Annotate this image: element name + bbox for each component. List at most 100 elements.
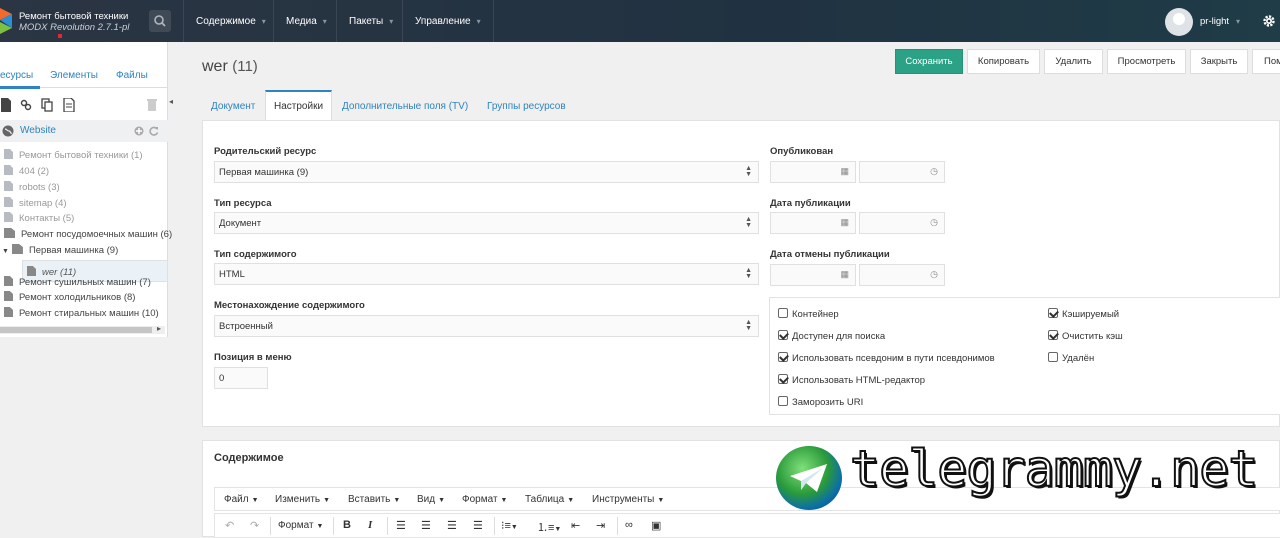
username[interactable]: pr-light bbox=[1200, 16, 1229, 27]
tab-elements[interactable]: Элементы bbox=[50, 70, 98, 81]
save-button[interactable]: Сохранить bbox=[895, 49, 963, 74]
gear-icon[interactable] bbox=[1262, 14, 1276, 28]
toolbar-divider bbox=[333, 517, 334, 535]
menuindex-input[interactable]: 0 bbox=[214, 367, 268, 389]
chevron-down-icon[interactable]: ▾ bbox=[1236, 17, 1240, 26]
checkbox-searchable[interactable]: Доступен для поиска bbox=[778, 330, 885, 342]
pub-date-input[interactable]: ▦ bbox=[770, 212, 856, 234]
tree-item[interactable]: ▼ Первая машинка (9) bbox=[2, 244, 118, 259]
trash-icon[interactable] bbox=[146, 98, 158, 112]
refresh-icon[interactable] bbox=[149, 126, 159, 136]
published-label: Опубликован bbox=[770, 146, 834, 157]
context-website[interactable]: Website bbox=[0, 120, 168, 142]
indent-icon[interactable]: ⇥ bbox=[596, 519, 605, 532]
menu-table[interactable]: Таблица ▼ bbox=[525, 494, 574, 505]
menu-format[interactable]: Формат ▼ bbox=[462, 494, 507, 505]
checkbox[interactable] bbox=[1048, 330, 1058, 340]
nav-content[interactable]: Содержимое ▾ bbox=[183, 0, 278, 42]
align-justify-icon[interactable]: ☰ bbox=[473, 519, 483, 532]
published-time-input[interactable]: ◷ bbox=[859, 161, 945, 183]
published-date-input[interactable]: ▦ bbox=[770, 161, 856, 183]
checkbox[interactable] bbox=[778, 308, 788, 318]
collapse-sidebar-icon[interactable]: ◂ bbox=[169, 97, 179, 111]
align-left-icon[interactable]: ☰ bbox=[396, 519, 406, 532]
numbered-list-icon[interactable]: ⒈≡▼ bbox=[537, 519, 561, 535]
avatar[interactable] bbox=[1165, 8, 1193, 36]
tree-item[interactable]: Ремонт сушильных машин (7) bbox=[4, 276, 151, 291]
tree-item[interactable]: Ремонт холодильников (8) bbox=[4, 291, 135, 306]
checkbox-clear-cache[interactable]: Очистить кэш bbox=[1048, 330, 1123, 342]
checkbox[interactable] bbox=[778, 374, 788, 384]
close-button[interactable]: Закрыть bbox=[1190, 49, 1248, 74]
type-select[interactable]: Документ ▲ ▼ bbox=[214, 212, 759, 234]
sidebar-scrollbar[interactable]: ▸ bbox=[0, 324, 165, 334]
resource-id: (11) bbox=[232, 58, 258, 75]
checkbox[interactable] bbox=[1048, 308, 1058, 318]
menu-view[interactable]: Вид ▼ bbox=[417, 494, 445, 505]
copy-button[interactable]: Копировать bbox=[967, 49, 1040, 74]
parent-select[interactable]: Первая машинка (9) ▲ ▼ bbox=[214, 161, 759, 183]
content-type-select[interactable]: HTML ▲ ▼ bbox=[214, 263, 759, 285]
tab-settings[interactable]: Настройки bbox=[265, 90, 333, 121]
tab-resources[interactable]: есурсы bbox=[0, 70, 33, 81]
brand[interactable]: Ремонт бытовой техники MODX Revolution 2… bbox=[19, 11, 129, 34]
image-icon[interactable]: ▣ bbox=[651, 519, 661, 532]
caret-down-icon: ▼ bbox=[510, 524, 518, 531]
search-button[interactable] bbox=[149, 10, 171, 32]
unpub-date-input[interactable]: ▦ bbox=[770, 264, 856, 286]
nav-manage[interactable]: Управление ▾ bbox=[402, 0, 494, 42]
nav-media[interactable]: Медиа ▾ bbox=[273, 0, 339, 42]
add-circle-icon[interactable] bbox=[134, 126, 144, 136]
link-icon[interactable]: ∞ bbox=[625, 519, 633, 531]
menu-tools[interactable]: Инструменты ▼ bbox=[592, 494, 664, 505]
tab-tv[interactable]: Дополнительные поля (TV) bbox=[342, 101, 468, 112]
menu-file[interactable]: Файл ▼ bbox=[224, 494, 259, 505]
tree-item[interactable]: Ремонт посудомоечных машин (6) bbox=[4, 228, 172, 243]
disposition-select[interactable]: Встроенный ▲ ▼ bbox=[214, 315, 759, 337]
checkbox[interactable] bbox=[778, 396, 788, 406]
checkbox-container[interactable]: Контейнер bbox=[778, 308, 839, 320]
menu-edit[interactable]: Изменить ▼ bbox=[275, 494, 330, 505]
notice-dot bbox=[58, 34, 62, 38]
checkbox[interactable] bbox=[778, 352, 788, 362]
tab-document[interactable]: Документ bbox=[211, 101, 255, 112]
nav-packages[interactable]: Пакеты ▾ bbox=[336, 0, 405, 42]
tab-files[interactable]: Файлы bbox=[116, 70, 148, 81]
tab-resource-groups[interactable]: Группы ресурсов bbox=[487, 101, 566, 112]
align-right-icon[interactable]: ☰ bbox=[447, 519, 457, 532]
checkbox[interactable] bbox=[778, 330, 788, 340]
tree-item[interactable]: Ремонт бытовой техники (1) bbox=[4, 149, 143, 164]
view-button[interactable]: Просмотреть bbox=[1107, 49, 1186, 74]
italic-icon[interactable]: I bbox=[368, 519, 372, 531]
bullet-list-icon[interactable]: ⁝≡▼ bbox=[501, 519, 518, 532]
format-dropdown[interactable]: Формат ▼ bbox=[278, 520, 323, 531]
checkbox-freeze-uri[interactable]: Заморозить URI bbox=[778, 396, 863, 408]
bold-icon[interactable]: B bbox=[343, 519, 351, 531]
document-icon bbox=[4, 307, 13, 317]
menu-insert[interactable]: Вставить ▼ bbox=[348, 494, 400, 505]
arrow-right-icon[interactable]: ▸ bbox=[157, 324, 161, 333]
checkbox-richtext[interactable]: Использовать HTML-редактор bbox=[778, 374, 925, 386]
tree-item[interactable]: robots (3) bbox=[4, 181, 60, 196]
new-document-icon[interactable] bbox=[0, 98, 12, 112]
tree-item[interactable]: Контакты (5) bbox=[4, 212, 74, 227]
checkbox-deleted[interactable]: Удалён bbox=[1048, 352, 1094, 364]
delete-button[interactable]: Удалить bbox=[1044, 49, 1103, 74]
align-center-icon[interactable]: ☰ bbox=[421, 519, 431, 532]
pub-time-input[interactable]: ◷ bbox=[859, 212, 945, 234]
unpub-time-input[interactable]: ◷ bbox=[859, 264, 945, 286]
text-file-icon[interactable] bbox=[63, 98, 75, 112]
tree-item[interactable]: 404 (2) bbox=[4, 165, 49, 180]
tree-item[interactable]: sitemap (4) bbox=[4, 197, 67, 212]
help-button[interactable]: Пом bbox=[1252, 49, 1280, 74]
checkbox-cacheable[interactable]: Кэшируемый bbox=[1048, 308, 1119, 320]
scrollbar-thumb[interactable] bbox=[0, 327, 152, 333]
checkbox-alias-path[interactable]: Использовать псевдоним в пути псевдонимо… bbox=[778, 352, 995, 364]
checkbox[interactable] bbox=[1048, 352, 1058, 362]
redo-icon[interactable]: ↷ bbox=[250, 519, 259, 532]
undo-icon[interactable]: ↶ bbox=[225, 519, 234, 532]
outdent-icon[interactable]: ⇤ bbox=[571, 519, 580, 532]
tree-item[interactable]: Ремонт стиральных машин (10) bbox=[4, 307, 159, 322]
link-icon[interactable] bbox=[20, 98, 32, 112]
copy-icon[interactable] bbox=[41, 98, 53, 112]
